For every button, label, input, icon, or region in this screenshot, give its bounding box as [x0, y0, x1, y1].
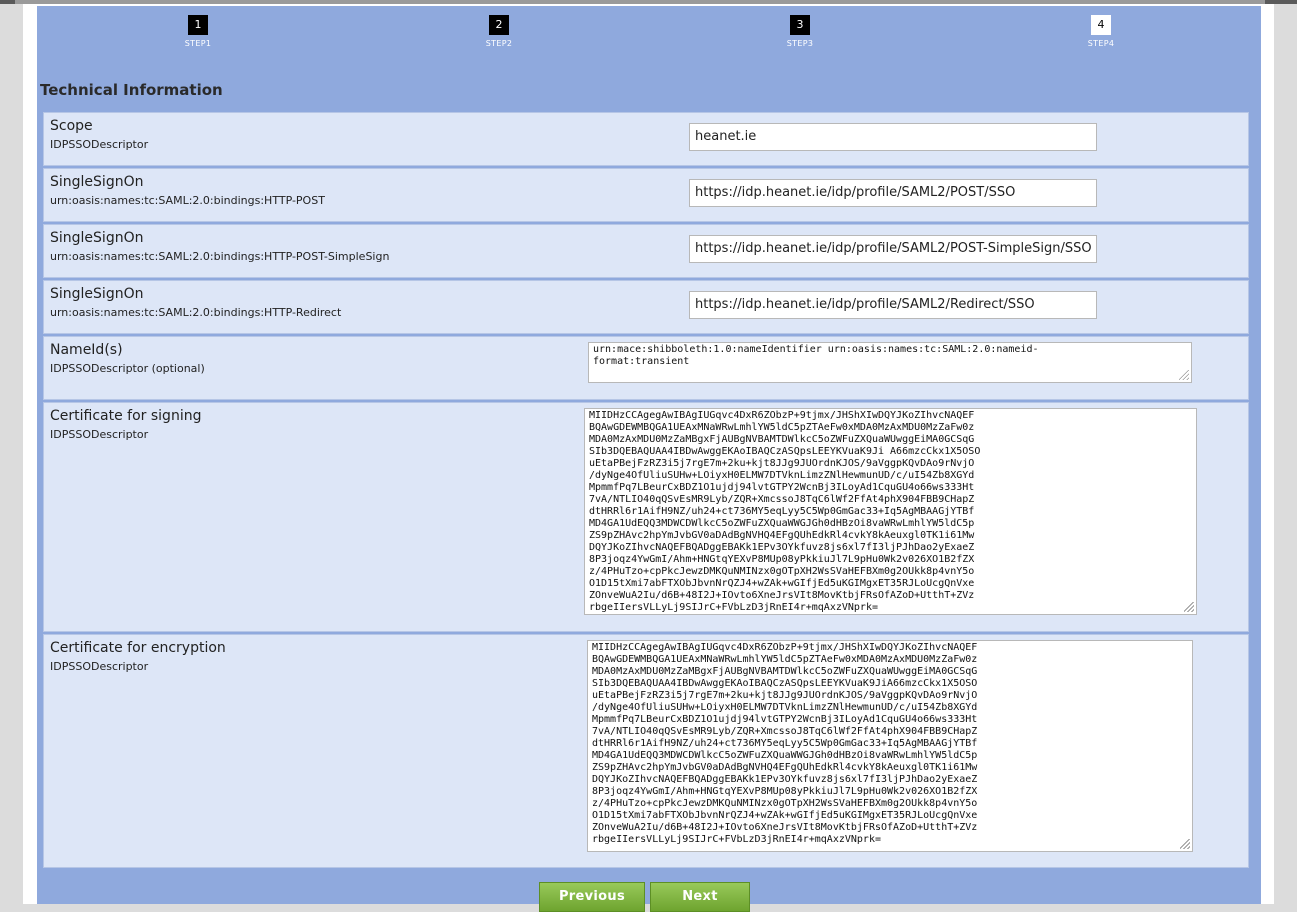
step-1-label: STEP1	[184, 39, 212, 48]
step-2-label: STEP2	[485, 39, 513, 48]
resize-grip-icon[interactable]	[1180, 839, 1190, 849]
nameid-textarea[interactable]: urn:mace:shibboleth:1.0:nameIdentifier u…	[588, 342, 1192, 383]
scope-subtitle: IDPSSODescriptor	[50, 138, 149, 151]
sso-redirect-input[interactable]: https://idp.heanet.ie/idp/profile/SAML2/…	[689, 291, 1097, 319]
step-3-number: 3	[790, 15, 810, 35]
cert-encryption-textarea[interactable]: MIIDHzCCAgegAwIBAgIUGqvc4DxR6ZObzP+9tjmx…	[587, 640, 1193, 852]
cert-signing-title: Certificate for signing	[50, 408, 202, 424]
previous-button[interactable]: Previous	[539, 882, 645, 912]
cert-encryption-text: MIIDHzCCAgegAwIBAgIUGqvc4DxR6ZObzP+9tjmx…	[592, 642, 978, 845]
sso-simplesign-input[interactable]: https://idp.heanet.ie/idp/profile/SAML2/…	[689, 235, 1097, 263]
sso-redirect-title: SingleSignOn	[50, 286, 144, 302]
step-3: 3 STEP3	[765, 15, 835, 48]
sso-redirect-binding: urn:oasis:names:tc:SAML:2.0:bindings:HTT…	[50, 306, 342, 319]
nameid-title: NameId(s)	[50, 342, 123, 358]
step-4-number: 4	[1091, 15, 1111, 35]
step-4-label: STEP4	[1087, 39, 1115, 48]
nameid-text: urn:mace:shibboleth:1.0:nameIdentifier u…	[593, 344, 1039, 367]
cert-signing-text: MIIDHzCCAgegAwIBAgIUGqvc4DxR6ZObzP+9tjmx…	[589, 410, 981, 613]
step-2: 2 STEP2	[464, 15, 534, 48]
sso-post-title: SingleSignOn	[50, 174, 144, 190]
scope-title: Scope	[50, 118, 93, 134]
step-1-number: 1	[188, 15, 208, 35]
scope-input[interactable]: heanet.ie	[689, 123, 1097, 151]
step-3-label: STEP3	[786, 39, 814, 48]
sso-post-input[interactable]: https://idp.heanet.ie/idp/profile/SAML2/…	[689, 179, 1097, 207]
step-2-number: 2	[489, 15, 509, 35]
step-4: 4 STEP4	[1066, 15, 1136, 48]
cert-signing-textarea[interactable]: MIIDHzCCAgegAwIBAgIUGqvc4DxR6ZObzP+9tjmx…	[584, 408, 1197, 615]
step-1: 1 STEP1	[163, 15, 233, 48]
nameid-subtitle: IDPSSODescriptor (optional)	[50, 362, 205, 375]
sso-simplesign-binding: urn:oasis:names:tc:SAML:2.0:bindings:HTT…	[50, 250, 390, 263]
next-button[interactable]: Next	[650, 882, 750, 912]
resize-grip-icon[interactable]	[1179, 370, 1189, 380]
cert-signing-subtitle: IDPSSODescriptor	[50, 428, 149, 441]
cert-encryption-subtitle: IDPSSODescriptor	[50, 660, 149, 673]
cert-encryption-title: Certificate for encryption	[50, 640, 226, 656]
resize-grip-icon[interactable]	[1184, 602, 1194, 612]
sso-simplesign-title: SingleSignOn	[50, 230, 144, 246]
sso-post-binding: urn:oasis:names:tc:SAML:2.0:bindings:HTT…	[50, 194, 325, 207]
section-title: Technical Information	[40, 81, 223, 99]
